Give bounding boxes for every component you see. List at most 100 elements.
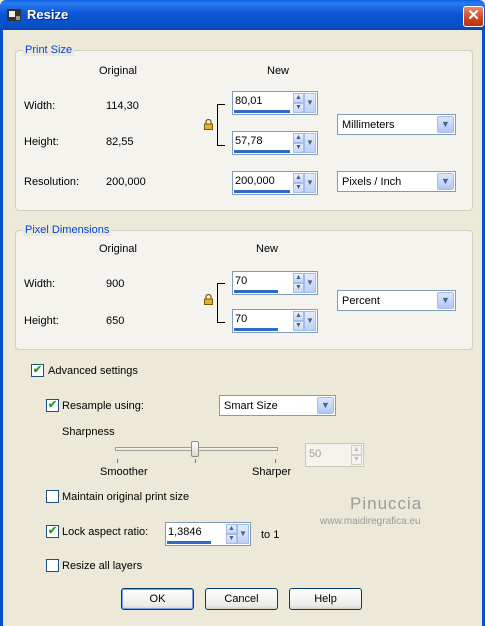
print-unit-select[interactable]: Millimeters ▼ — [337, 114, 456, 135]
pixel-new-header: New — [256, 243, 279, 255]
chevron-down-icon[interactable]: ▼ — [304, 133, 316, 153]
resize-app-icon — [7, 9, 21, 21]
watermark-url: www.maidiregrafica.eu — [320, 516, 421, 527]
close-icon: ✕ — [467, 7, 480, 24]
window-title: Resize — [27, 7, 69, 22]
slider-tick — [275, 459, 276, 463]
chevron-down-icon[interactable]: ▼ — [304, 93, 316, 113]
title-bar: Resize ✕ — [0, 0, 485, 30]
input-underline — [234, 150, 290, 153]
watermark-name: Pinuccia — [350, 494, 423, 513]
spin-up-icon[interactable]: ▲ — [293, 173, 304, 183]
pixel-height-value: 70 — [235, 313, 248, 325]
chevron-down-icon[interactable]: ▼ — [437, 292, 454, 309]
print-width-spinner[interactable]: 80,01 ▲ ▼ ▼ — [232, 91, 318, 115]
resolution-value: 200,000 — [235, 175, 275, 187]
print-width-value: 80,01 — [235, 95, 263, 107]
spin-up-icon[interactable]: ▲ — [293, 93, 304, 103]
spin-buttons[interactable]: ▲ ▼ — [293, 273, 304, 293]
print-height-spinner[interactable]: 57,78 ▲ ▼ ▼ — [232, 131, 318, 155]
lock-aspect-checkbox[interactable]: ✔ — [46, 525, 59, 538]
close-button[interactable]: ✕ — [463, 6, 484, 27]
spin-up-icon[interactable]: ▲ — [293, 311, 304, 321]
resolution-original: 200,000 — [106, 176, 146, 188]
resample-method-select[interactable]: Smart Size ▼ — [219, 395, 336, 416]
pixel-width-value: 70 — [235, 275, 248, 287]
maintain-print-size-label[interactable]: Maintain original print size — [62, 491, 189, 503]
spin-buttons[interactable]: ▲ ▼ — [293, 133, 304, 153]
ok-button[interactable]: OK — [121, 588, 194, 610]
chevron-down-icon[interactable]: ▼ — [317, 397, 334, 414]
spin-buttons[interactable]: ▲ ▼ — [293, 173, 304, 193]
spin-up-icon[interactable]: ▲ — [293, 133, 304, 143]
spin-down-icon[interactable]: ▼ — [293, 321, 304, 331]
resize-all-layers-checkbox[interactable] — [46, 559, 59, 572]
spin-down-icon[interactable]: ▼ — [293, 183, 304, 193]
advanced-settings-label[interactable]: Advanced settings — [48, 365, 138, 377]
pixel-height-label: Height: — [24, 315, 59, 327]
spin-down-icon: ▼ — [351, 455, 362, 465]
chevron-down-icon[interactable]: ▼ — [304, 173, 316, 193]
maintain-print-size-checkbox[interactable] — [46, 490, 59, 503]
input-underline — [234, 190, 290, 193]
aspect-ratio-spinner[interactable]: 1,3846 ▲ ▼ ▼ — [165, 522, 251, 546]
sharpness-label: Sharpness — [62, 426, 115, 438]
print-width-original: 114,30 — [106, 100, 139, 112]
resolution-unit-value: Pixels / Inch — [342, 176, 402, 188]
help-button[interactable]: Help — [289, 588, 362, 610]
print-size-legend: Print Size — [23, 44, 75, 56]
chevron-down-icon[interactable]: ▼ — [437, 173, 454, 190]
resolution-spinner[interactable]: 200,000 ▲ ▼ ▼ — [232, 171, 318, 195]
to-one-label: to 1 — [261, 529, 280, 541]
pixel-link-bracket — [217, 283, 225, 323]
spin-buttons[interactable]: ▲ ▼ — [293, 311, 304, 331]
window-frame-left — [0, 30, 3, 626]
chevron-down-icon[interactable]: ▼ — [237, 524, 249, 544]
resample-method-value: Smart Size — [224, 400, 278, 412]
resample-label[interactable]: Resample using: — [62, 400, 144, 412]
pixel-height-spinner[interactable]: 70 ▲ ▼ ▼ — [232, 309, 318, 333]
smoother-label: Smoother — [100, 466, 148, 478]
spin-buttons[interactable]: ▲ ▼ — [293, 93, 304, 113]
input-underline — [234, 290, 278, 293]
resolution-label: Resolution: — [24, 176, 80, 188]
spin-down-icon[interactable]: ▼ — [293, 103, 304, 113]
lock-aspect-label[interactable]: Lock aspect ratio: — [62, 526, 148, 538]
spin-down-icon[interactable]: ▼ — [226, 534, 237, 544]
sharper-label: Sharper — [252, 466, 292, 478]
aspect-ratio-value: 1,3846 — [168, 526, 202, 538]
pixel-unit-value: Percent — [342, 295, 380, 307]
pixel-height-original: 650 — [106, 315, 125, 327]
sharpness-value: 50 — [309, 448, 322, 460]
pixel-dimensions-legend: Pixel Dimensions — [23, 224, 112, 236]
spin-up-icon: ▲ — [351, 445, 362, 455]
spin-down-icon[interactable]: ▼ — [293, 283, 304, 293]
slider-tick — [195, 459, 196, 463]
lock-icon[interactable] — [204, 294, 213, 305]
pixel-width-spinner[interactable]: 70 ▲ ▼ ▼ — [232, 271, 318, 295]
pixel-width-label: Width: — [24, 278, 56, 290]
chevron-down-icon[interactable]: ▼ — [437, 116, 454, 133]
spin-up-icon[interactable]: ▲ — [226, 524, 237, 534]
chevron-down-icon[interactable]: ▼ — [304, 273, 316, 293]
print-height-value: 57,78 — [235, 135, 263, 147]
resample-checkbox[interactable]: ✔ — [46, 399, 59, 412]
spin-buttons[interactable]: ▲ ▼ — [226, 524, 237, 544]
input-underline — [234, 328, 278, 331]
resize-all-layers-label[interactable]: Resize all layers — [62, 560, 142, 572]
print-height-label: Height: — [24, 136, 59, 148]
input-underline — [234, 110, 290, 113]
pixel-unit-select[interactable]: Percent ▼ — [337, 290, 456, 311]
print-original-header: Original — [99, 65, 137, 77]
slider-tick — [117, 459, 118, 463]
spin-up-icon[interactable]: ▲ — [293, 273, 304, 283]
resolution-unit-select[interactable]: Pixels / Inch ▼ — [337, 171, 456, 192]
cancel-button[interactable]: Cancel — [205, 588, 278, 610]
sharpness-value-spinner: 50 ▲ ▼ — [305, 443, 364, 467]
sharpness-slider-thumb[interactable] — [191, 441, 199, 457]
advanced-settings-checkbox[interactable]: ✔ — [31, 364, 44, 377]
lock-icon[interactable] — [204, 119, 213, 130]
spin-down-icon[interactable]: ▼ — [293, 143, 304, 153]
print-unit-value: Millimeters — [342, 119, 395, 131]
chevron-down-icon[interactable]: ▼ — [304, 311, 316, 331]
